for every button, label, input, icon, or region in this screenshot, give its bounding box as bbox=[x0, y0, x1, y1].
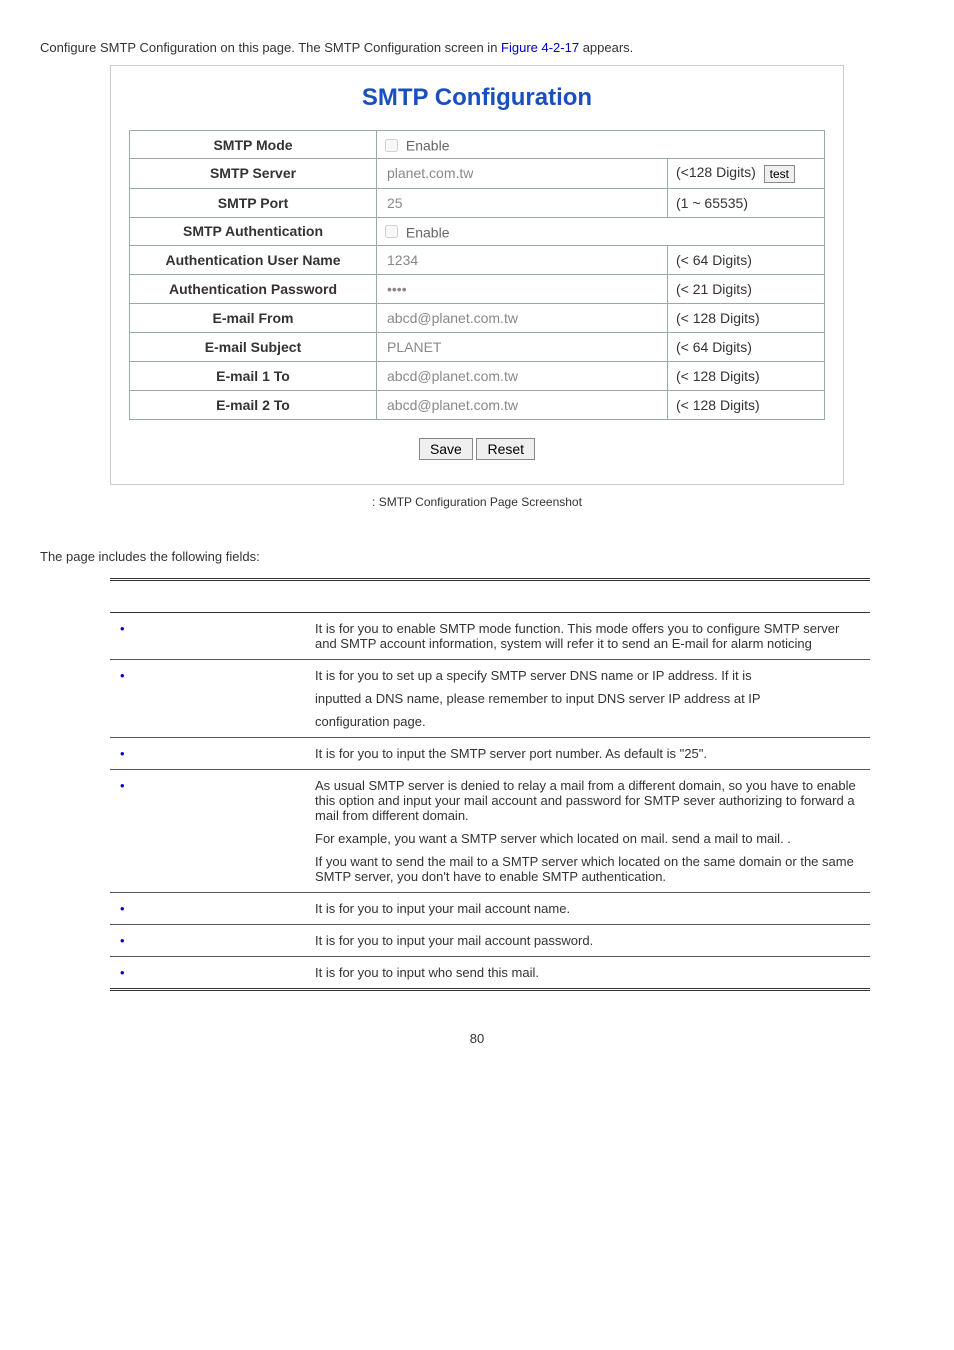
input-email-subject[interactable] bbox=[385, 338, 559, 356]
desc-row: • It is for you to input your mail accoun… bbox=[110, 924, 870, 956]
desc-header-desc: Description bbox=[305, 579, 870, 612]
desc-row: • It is for you to input your mail accoun… bbox=[110, 892, 870, 924]
desc-text-cell: It is for you to input your mail account… bbox=[305, 892, 870, 924]
label-smtp-port: SMTP Port bbox=[130, 188, 377, 217]
row-auth-user: Authentication User Name (< 64 Digits) bbox=[130, 245, 825, 274]
desc-line: It is for you to set up a specify SMTP s… bbox=[315, 668, 860, 683]
row-smtp-mode: SMTP Mode Enable bbox=[130, 131, 825, 159]
desc-line: It is for you to input your mail account… bbox=[315, 901, 860, 916]
input-auth-user[interactable] bbox=[385, 251, 559, 269]
row-email-from: E-mail From (< 128 Digits) bbox=[130, 303, 825, 332]
input-auth-pass[interactable] bbox=[385, 280, 559, 298]
desc-text-cell: It is for you to input the SMTP server p… bbox=[305, 737, 870, 769]
desc-row: • As usual SMTP server is denied to relay… bbox=[110, 769, 870, 892]
bullet-icon: • bbox=[120, 933, 125, 948]
desc-object-cell: • bbox=[110, 659, 305, 737]
hint-auth-pass: (< 21 Digits) bbox=[668, 274, 825, 303]
input-email-from[interactable] bbox=[385, 309, 559, 327]
label-smtp-mode: SMTP Mode bbox=[130, 131, 377, 159]
intro-text: Configure SMTP Configuration on this pag… bbox=[40, 40, 914, 55]
desc-line: For example, you want a SMTP server whic… bbox=[315, 831, 860, 846]
button-row: Save Reset bbox=[129, 438, 825, 460]
row-email-2: E-mail 2 To (< 128 Digits) bbox=[130, 390, 825, 419]
save-button[interactable]: Save bbox=[419, 438, 473, 460]
row-email-1: E-mail 1 To (< 128 Digits) bbox=[130, 361, 825, 390]
description-table: ObjectDescription • It is for you to enab… bbox=[110, 578, 870, 991]
desc-text-cell: It is for you to input who send this mai… bbox=[305, 956, 870, 989]
label-auth-user: Authentication User Name bbox=[130, 245, 377, 274]
bullet-icon: • bbox=[120, 746, 125, 761]
intro-part2: appears. bbox=[579, 40, 633, 55]
desc-header-object: Object bbox=[110, 579, 305, 612]
checkbox-label-smtp-mode: Enable bbox=[406, 137, 450, 153]
page-number: 80 bbox=[40, 1031, 914, 1046]
row-smtp-port: SMTP Port (1 ~ 65535) bbox=[130, 188, 825, 217]
desc-row: • It is for you to enable SMTP mode funct… bbox=[110, 612, 870, 659]
desc-line: It is for you to enable SMTP mode functi… bbox=[315, 621, 860, 651]
hint-email-subject: (< 64 Digits) bbox=[668, 332, 825, 361]
hint-auth-user: (< 64 Digits) bbox=[668, 245, 825, 274]
bullet-icon: • bbox=[120, 621, 125, 636]
checkbox-label-smtp-auth: Enable bbox=[406, 224, 450, 240]
desc-object-cell: • bbox=[110, 892, 305, 924]
intro-part1: Configure SMTP Configuration on this pag… bbox=[40, 40, 501, 55]
desc-row: • It is for you to set up a specify SMTP … bbox=[110, 659, 870, 737]
desc-line: As usual SMTP server is denied to relay … bbox=[315, 778, 860, 823]
desc-object-cell: • bbox=[110, 924, 305, 956]
desc-line: It is for you to input your mail account… bbox=[315, 933, 860, 948]
desc-object-cell: • bbox=[110, 737, 305, 769]
label-smtp-auth: SMTP Authentication bbox=[130, 217, 377, 245]
bullet-icon: • bbox=[120, 778, 125, 793]
desc-row: • It is for you to input who send this ma… bbox=[110, 956, 870, 989]
checkbox-smtp-auth[interactable] bbox=[385, 225, 398, 238]
fields-note: The page includes the following fields: bbox=[40, 549, 914, 564]
desc-text-cell: It is for you to set up a specify SMTP s… bbox=[305, 659, 870, 737]
desc-object-cell: • bbox=[110, 769, 305, 892]
label-email-1: E-mail 1 To bbox=[130, 361, 377, 390]
row-email-subject: E-mail Subject (< 64 Digits) bbox=[130, 332, 825, 361]
desc-line: It is for you to input who send this mai… bbox=[315, 965, 860, 980]
row-smtp-server: SMTP Server (<128 Digits) test bbox=[130, 159, 825, 188]
smtp-config-panel: SMTP Configuration SMTP Mode Enable SMTP… bbox=[110, 65, 844, 485]
desc-row: • It is for you to input the SMTP server … bbox=[110, 737, 870, 769]
reset-button[interactable]: Reset bbox=[476, 438, 535, 460]
test-button[interactable]: test bbox=[764, 165, 795, 183]
desc-text-cell: It is for you to enable SMTP mode functi… bbox=[305, 612, 870, 659]
label-email-2: E-mail 2 To bbox=[130, 390, 377, 419]
desc-object-cell: • bbox=[110, 956, 305, 989]
config-table: SMTP Mode Enable SMTP Server (<128 Digit… bbox=[129, 130, 825, 420]
desc-text-cell: It is for you to input your mail account… bbox=[305, 924, 870, 956]
input-email-2[interactable] bbox=[385, 396, 559, 414]
hint-smtp-server: (<128 Digits) bbox=[676, 164, 756, 180]
hint-email-from: (< 128 Digits) bbox=[668, 303, 825, 332]
checkbox-smtp-mode[interactable] bbox=[385, 139, 398, 152]
row-smtp-auth: SMTP Authentication Enable bbox=[130, 217, 825, 245]
desc-text-cell: As usual SMTP server is denied to relay … bbox=[305, 769, 870, 892]
input-smtp-server[interactable] bbox=[385, 164, 559, 182]
bullet-icon: • bbox=[120, 668, 125, 683]
desc-line: configuration page. bbox=[315, 714, 860, 729]
label-auth-pass: Authentication Password bbox=[130, 274, 377, 303]
desc-line: If you want to send the mail to a SMTP s… bbox=[315, 854, 860, 884]
bullet-icon: • bbox=[120, 901, 125, 916]
input-email-1[interactable] bbox=[385, 367, 559, 385]
desc-object-cell: • bbox=[110, 612, 305, 659]
figure-reference: Figure 4-2-17 bbox=[501, 40, 579, 55]
desc-line: inputted a DNS name, please remember to … bbox=[315, 691, 860, 706]
hint-smtp-port: (1 ~ 65535) bbox=[668, 188, 825, 217]
row-auth-pass: Authentication Password (< 21 Digits) bbox=[130, 274, 825, 303]
bullet-icon: • bbox=[120, 965, 125, 980]
config-title: SMTP Configuration bbox=[129, 84, 825, 112]
label-smtp-server: SMTP Server bbox=[130, 159, 377, 188]
hint-email-2: (< 128 Digits) bbox=[668, 390, 825, 419]
label-email-subject: E-mail Subject bbox=[130, 332, 377, 361]
hint-email-1: (< 128 Digits) bbox=[668, 361, 825, 390]
label-email-from: E-mail From bbox=[130, 303, 377, 332]
input-smtp-port[interactable] bbox=[385, 194, 559, 212]
figure-caption: : SMTP Configuration Page Screenshot bbox=[40, 495, 914, 509]
desc-line: It is for you to input the SMTP server p… bbox=[315, 746, 860, 761]
